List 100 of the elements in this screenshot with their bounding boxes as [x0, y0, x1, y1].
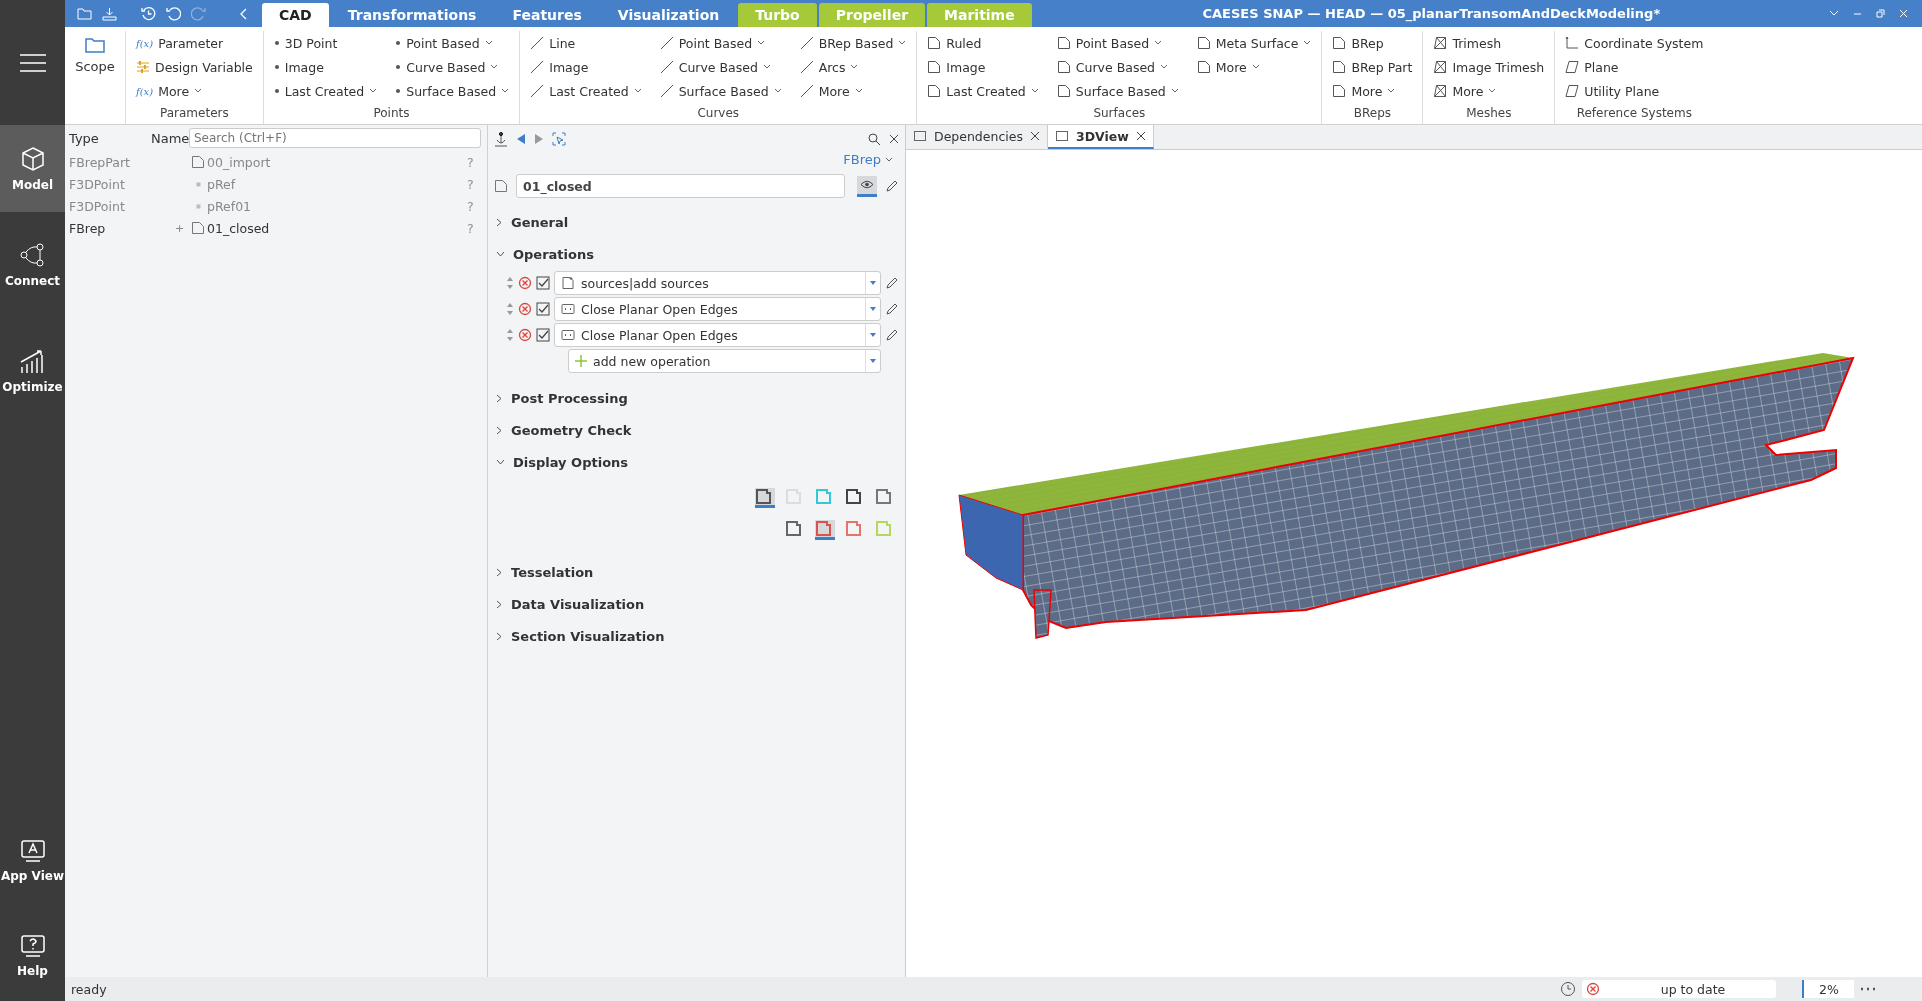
section-header[interactable]: Operations: [494, 238, 899, 270]
close-icon: [1899, 9, 1908, 18]
caret-icon: [1154, 40, 1163, 46]
remove-icon: [518, 328, 532, 342]
ribbon-item[interactable]: f(x) More: [134, 79, 255, 103]
ribbon-item[interactable]: Image Trimesh: [1431, 55, 1547, 79]
surface-icon: [1056, 36, 1071, 50]
sidebar-item[interactable]: Help: [0, 911, 65, 1001]
ribbon-item[interactable]: Arcs: [797, 55, 909, 79]
ribbon-item[interactable]: Curve Based: [393, 55, 512, 79]
remove-icon: [518, 302, 532, 316]
group-title: Reference Systems: [1575, 106, 1693, 122]
ribbon-item[interactable]: Point Based: [1054, 31, 1181, 55]
line-icon: [530, 60, 545, 74]
help-icon: [19, 934, 46, 958]
sidebar-item[interactable]: Optimize: [0, 318, 65, 424]
ribbon-item[interactable]: BRep: [1330, 31, 1415, 55]
name-field[interactable]: 01_closed: [516, 174, 845, 198]
ribbon-item[interactable]: Surface Based: [657, 79, 784, 103]
operation-combo[interactable]: Close Planar Open Edges: [554, 323, 881, 347]
ribbon-tab[interactable]: Visualization: [600, 3, 737, 27]
operation-combo[interactable]: sources|add sources: [554, 271, 881, 295]
ribbon-item[interactable]: Surface Based: [1054, 79, 1181, 103]
ribbon-item[interactable]: Meta Surface: [1194, 31, 1314, 55]
ribbon-tab[interactable]: Features: [495, 3, 599, 27]
sidebar-item[interactable]: App View: [0, 811, 65, 911]
ribbon-item[interactable]: Image: [528, 55, 644, 79]
ribbon-item[interactable]: Point Based: [393, 31, 512, 55]
checkbox[interactable]: [536, 276, 550, 290]
ribbon-item[interactable]: Plane: [1563, 55, 1706, 79]
section-header[interactable]: Post Processing: [494, 382, 899, 414]
ribbon-item[interactable]: Image: [925, 55, 1041, 79]
operation-combo[interactable]: Close Planar Open Edges: [554, 297, 881, 321]
ribbon-tab[interactable]: CAD: [262, 3, 329, 27]
history-icon: [141, 6, 156, 21]
chevron-icon: [496, 631, 503, 641]
ribbon-item[interactable]: Curve Based: [1054, 55, 1181, 79]
reorder-icon: [506, 276, 514, 290]
ribbon-item[interactable]: Design Variable: [134, 55, 255, 79]
ribbon-item[interactable]: Coordinate System: [1563, 31, 1706, 55]
ribbon-item[interactable]: Image: [271, 55, 380, 79]
status-message: ready: [71, 981, 107, 997]
ribbon-item[interactable]: BRep Part: [1330, 55, 1415, 79]
scope-button[interactable]: Scope: [65, 31, 125, 101]
ribbon-item[interactable]: Line: [528, 31, 644, 55]
ribbon-item[interactable]: Point Based: [657, 31, 784, 55]
view-tab[interactable]: 3DView: [1047, 125, 1154, 149]
surface-icon: [927, 60, 942, 74]
ribbon-item[interactable]: More: [797, 79, 909, 103]
ribbon-item[interactable]: f(x) Parameter: [134, 31, 255, 55]
ribbon-item[interactable]: Curve Based: [657, 55, 784, 79]
view-tab[interactable]: Dependencies: [906, 125, 1048, 149]
ribbon-item[interactable]: Last Created: [528, 79, 644, 103]
section-header[interactable]: Display Options: [494, 446, 899, 478]
ribbon-item[interactable]: BRep Based: [797, 31, 909, 55]
sidebar-item[interactable]: Connect: [0, 212, 65, 318]
tree-item[interactable]: 01_closed: [207, 220, 467, 236]
remove-icon: [518, 276, 532, 290]
ribbon-tab[interactable]: Transformations: [330, 3, 494, 27]
search-icon: [868, 132, 881, 146]
ribbon-item[interactable]: Ruled: [925, 31, 1041, 55]
line-icon: [530, 84, 545, 98]
pencil-icon: [885, 276, 899, 290]
type-selector[interactable]: FBrep: [837, 151, 899, 168]
type-cell-text: FBrepPart: [68, 154, 131, 170]
line-icon: [799, 36, 814, 50]
section-header[interactable]: Section Visualization: [494, 620, 899, 652]
plane-icon: [1565, 60, 1580, 74]
section-header[interactable]: Data Visualization: [494, 588, 899, 620]
ribbon-item[interactable]: More: [1194, 55, 1314, 79]
restore-icon: [1876, 9, 1885, 18]
ribbon-item[interactable]: More: [1330, 79, 1415, 103]
checkbox[interactable]: [536, 302, 550, 316]
pencil-icon: [885, 179, 899, 193]
caret-icon: [490, 64, 499, 70]
ribbon-item[interactable]: Surface Based: [393, 79, 512, 103]
section-header[interactable]: Tesselation: [494, 556, 899, 588]
sidebar-item[interactable]: Model: [0, 125, 65, 212]
dot-icon: [273, 40, 280, 46]
ribbon-item[interactable]: Trimesh: [1431, 31, 1547, 55]
ribbon-item[interactable]: More: [1431, 79, 1547, 103]
close-icon: [1136, 132, 1145, 140]
ribbon-item[interactable]: Last Created: [925, 79, 1041, 103]
caret-icon: [870, 281, 876, 285]
visibility-button[interactable]: [857, 175, 877, 197]
eye-icon: [860, 180, 874, 189]
search-field[interactable]: Search (Ctrl+F): [189, 128, 481, 148]
group-title: Points: [372, 106, 411, 122]
ribbon-item[interactable]: Utility Plane: [1563, 79, 1706, 103]
window-title: CAESES SNAP — HEAD — 05_planarTransomAndDeckModeling*: [1201, 6, 1662, 21]
line-icon: [799, 84, 814, 98]
section-header[interactable]: Geometry Check: [494, 414, 899, 446]
section-header[interactable]: General: [494, 206, 899, 238]
caret-icon: [633, 88, 642, 94]
status-mark: ?: [467, 220, 475, 236]
checkbox[interactable]: [536, 328, 550, 342]
ribbon-item[interactable]: Last Created: [271, 79, 380, 103]
add-operation-combo[interactable]: add new operation: [568, 349, 881, 373]
ribbon-item[interactable]: 3D Point: [271, 31, 380, 55]
mesh-icon: [1433, 60, 1448, 74]
